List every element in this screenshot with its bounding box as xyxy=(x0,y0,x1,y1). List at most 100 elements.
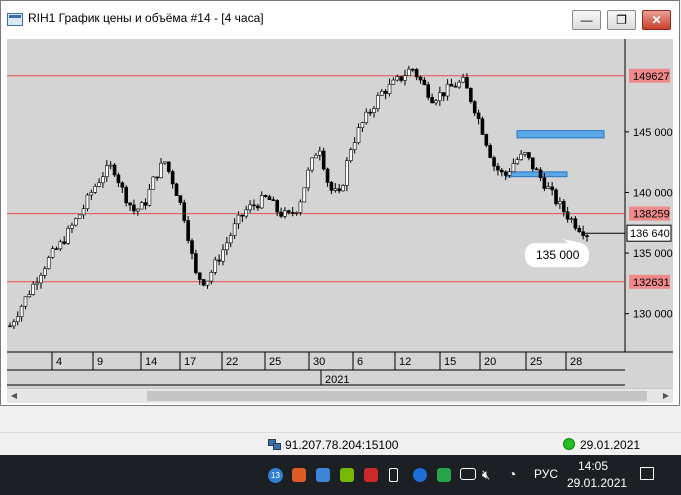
shield-icon[interactable] xyxy=(437,468,451,482)
x-tick-label: 9 xyxy=(97,356,103,368)
candle-body xyxy=(515,159,520,164)
horizontal-scrollbar[interactable]: ◀ ▶ xyxy=(7,388,673,403)
minimize-icon: — xyxy=(580,13,593,27)
wifi-icon[interactable]: ◔ xyxy=(508,466,516,482)
candle-body xyxy=(19,305,24,318)
candle-body xyxy=(453,85,458,88)
app-tray-icon[interactable] xyxy=(364,468,378,482)
candle-body xyxy=(178,195,183,203)
x-tick-label: 25 xyxy=(269,356,281,368)
nvidia-icon[interactable] xyxy=(340,468,354,482)
candle-body xyxy=(256,205,260,209)
chart-window-icon xyxy=(7,13,23,26)
candle-body xyxy=(472,101,477,114)
candle-body xyxy=(461,77,465,83)
candle-body xyxy=(294,212,299,214)
candle-body xyxy=(503,171,508,176)
clock-date[interactable]: 29.01.2021 xyxy=(567,476,627,490)
candle-body xyxy=(379,90,384,96)
candle-body xyxy=(376,95,380,109)
candle-body xyxy=(457,81,462,88)
close-icon: ✕ xyxy=(651,13,662,27)
candle-body xyxy=(325,168,330,183)
candle-body xyxy=(469,87,473,102)
candle-body xyxy=(275,200,280,213)
candle-body xyxy=(538,169,543,179)
candle-body xyxy=(561,201,566,213)
candle-body xyxy=(81,208,86,216)
candle-body xyxy=(422,79,427,86)
candle-body xyxy=(31,283,36,295)
title-bar[interactable]: RIH1 График цены и объёма #14 - [4 часа]… xyxy=(1,1,679,39)
candle-body xyxy=(414,69,419,78)
volume-muted-icon[interactable]: 🔇︎ xyxy=(482,467,490,483)
candle-body xyxy=(201,279,206,286)
year-label: 2021 xyxy=(325,374,349,386)
candle-body xyxy=(314,154,318,159)
restore-button[interactable]: ❐ xyxy=(607,10,636,30)
x-tick-label: 25 xyxy=(530,356,542,368)
candle-body xyxy=(492,157,496,167)
candle-body xyxy=(221,249,225,262)
x-tick-label: 17 xyxy=(184,356,196,368)
candle-body xyxy=(124,186,128,204)
candle-body xyxy=(507,171,512,176)
candle-body xyxy=(287,210,291,213)
scroll-left-icon[interactable]: ◀ xyxy=(7,389,21,403)
candle-body xyxy=(306,169,310,189)
scroll-thumb[interactable] xyxy=(147,391,647,401)
clock-time[interactable]: 14:05 xyxy=(578,459,608,473)
candle-body xyxy=(23,296,28,307)
network-tray-icon[interactable] xyxy=(316,468,330,482)
candle-body xyxy=(43,268,47,276)
candle-body xyxy=(8,325,12,328)
x-tick-label: 6 xyxy=(357,356,363,368)
candle-body xyxy=(112,164,117,176)
app-badge-count: 13 xyxy=(271,471,280,480)
battery-icon[interactable] xyxy=(460,468,476,480)
candle-body xyxy=(155,176,159,179)
usb-icon[interactable] xyxy=(389,468,398,482)
candle-body xyxy=(194,253,198,274)
candle-body xyxy=(163,161,167,164)
candle-body xyxy=(569,218,574,221)
candle-body xyxy=(410,68,415,71)
candle-body xyxy=(228,235,233,244)
x-tick-label: 15 xyxy=(444,356,456,368)
candle-body xyxy=(441,92,446,97)
language-indicator[interactable]: РУС xyxy=(534,467,558,481)
restore-icon: ❐ xyxy=(616,13,627,27)
candle-body xyxy=(333,188,338,191)
candle-body xyxy=(407,68,411,77)
annotation-label: 135 000 xyxy=(536,248,580,262)
candle-body xyxy=(85,194,90,210)
candle-body xyxy=(372,108,376,113)
price-chart-svg: 145 000 140 000 135 000 130 000 149627 138259… xyxy=(7,39,673,386)
candle-body xyxy=(186,220,190,241)
level-value-label: 138259 xyxy=(633,209,670,221)
network-icon xyxy=(268,439,281,450)
x-tick-label: 22 xyxy=(226,356,238,368)
candle-body xyxy=(190,240,194,254)
x-tick-label: 4 xyxy=(56,356,62,368)
y-tick-label: 130 000 xyxy=(633,309,673,321)
scroll-right-icon[interactable]: ▶ xyxy=(659,389,673,403)
candle-body xyxy=(399,76,403,81)
level-value-label: 149627 xyxy=(633,71,670,83)
price-chart[interactable]: 145 000 140 000 135 000 130 000 149627 138259… xyxy=(7,39,673,391)
candle-body xyxy=(368,111,372,114)
close-button[interactable]: ✕ xyxy=(642,10,671,30)
candle-body xyxy=(403,75,407,81)
minimize-button[interactable]: — xyxy=(572,10,601,30)
candle-body xyxy=(465,77,469,89)
candle-body xyxy=(550,186,554,191)
candle-body xyxy=(77,214,82,219)
candle-body xyxy=(395,76,400,81)
bluetooth-icon[interactable] xyxy=(413,468,427,482)
candle-body xyxy=(205,280,210,286)
notification-icon[interactable] xyxy=(640,467,654,480)
candle-body xyxy=(101,176,105,184)
candle-body xyxy=(108,164,113,167)
firefox-icon[interactable] xyxy=(292,468,306,482)
candle-body xyxy=(310,157,314,171)
